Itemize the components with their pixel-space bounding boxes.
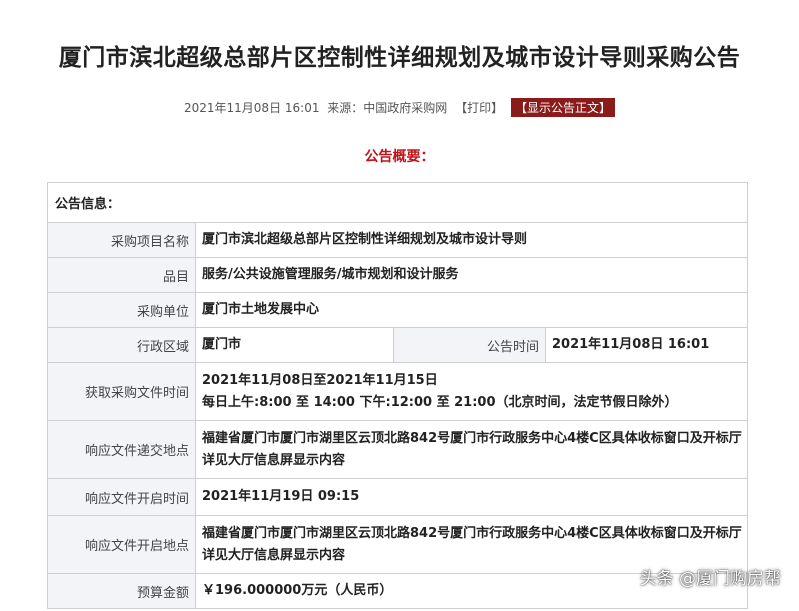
announce-time-value: 2021年11月08日 16:01 — [544, 327, 749, 363]
announcement-info-table: 公告信息： 采购项目名称 厦门市滨北超级总部片区控制性详细规划及城市设计导则 品… — [46, 182, 749, 609]
table-row: 响应文件递交地点 福建省厦门市厦门市湖里区云顶北路842号厦门市行政服务中心4楼… — [47, 420, 749, 479]
print-link[interactable]: 【打印】 — [455, 101, 503, 115]
table-row: 行政区域 厦门市 公告时间 2021年11月08日 16:01 — [47, 327, 749, 363]
open-place-label: 响应文件开启地点 — [47, 515, 196, 574]
submit-place-label: 响应文件递交地点 — [47, 420, 196, 479]
obtain-time-value: 2021年11月08日至2021年11月15日 每日上午:8:00 至 14:0… — [194, 362, 749, 421]
article-meta: 2021年11月08日 16:01 来源：中国政府采购网 【打印】 【显示公告正… — [0, 98, 799, 117]
table-row: 响应文件开启时间 2021年11月19日 09:15 — [47, 478, 749, 516]
publish-datetime: 2021年11月08日 16:01 — [183, 101, 320, 115]
category-label: 品目 — [47, 257, 196, 293]
budget-label: 预算金额 — [47, 573, 196, 609]
show-full-text-button[interactable]: 【显示公告正文】 — [510, 98, 615, 117]
open-time-value: 2021年11月19日 09:15 — [194, 478, 749, 516]
overview-heading: 公告概要： — [364, 149, 435, 165]
category-value: 服务/公共设施管理服务/城市规划和设计服务 — [194, 257, 749, 293]
region-label: 行政区域 — [47, 327, 196, 363]
open-time-label: 响应文件开启时间 — [47, 478, 196, 516]
project-name-label: 采购项目名称 — [47, 222, 196, 258]
table-row: 获取采购文件时间 2021年11月08日至2021年11月15日 每日上午:8:… — [47, 362, 749, 421]
submit-place-value: 福建省厦门市厦门市湖里区云顶北路842号厦门市行政服务中心4楼C区具体收标窗口及… — [194, 420, 749, 479]
table-row: 采购单位 厦门市土地发展中心 — [47, 292, 749, 328]
announce-time-label: 公告时间 — [393, 327, 546, 363]
info-section-heading: 公告信息： — [46, 182, 749, 223]
source-text: 来源：中国政府采购网 — [327, 101, 448, 115]
page-title: 厦门市滨北超级总部片区控制性详细规划及城市设计导则采购公告 — [58, 45, 741, 71]
purchaser-label: 采购单位 — [47, 292, 196, 328]
purchaser-value: 厦门市土地发展中心 — [194, 292, 749, 328]
project-name-value: 厦门市滨北超级总部片区控制性详细规划及城市设计导则 — [194, 222, 749, 258]
table-row: 品目 服务/公共设施管理服务/城市规划和设计服务 — [47, 257, 749, 293]
obtain-time-line-1: 2021年11月08日至2021年11月15日 — [202, 372, 438, 388]
region-value: 厦门市 — [195, 327, 394, 363]
obtain-time-label: 获取采购文件时间 — [47, 362, 196, 421]
obtain-time-line-2: 每日上午:8:00 至 14:00 下午:12:00 至 21:00（北京时间，… — [202, 394, 678, 410]
watermark-text: 头条 @厦门购房帮 — [639, 569, 781, 589]
table-row: 采购项目名称 厦门市滨北超级总部片区控制性详细规划及城市设计导则 — [47, 222, 749, 258]
